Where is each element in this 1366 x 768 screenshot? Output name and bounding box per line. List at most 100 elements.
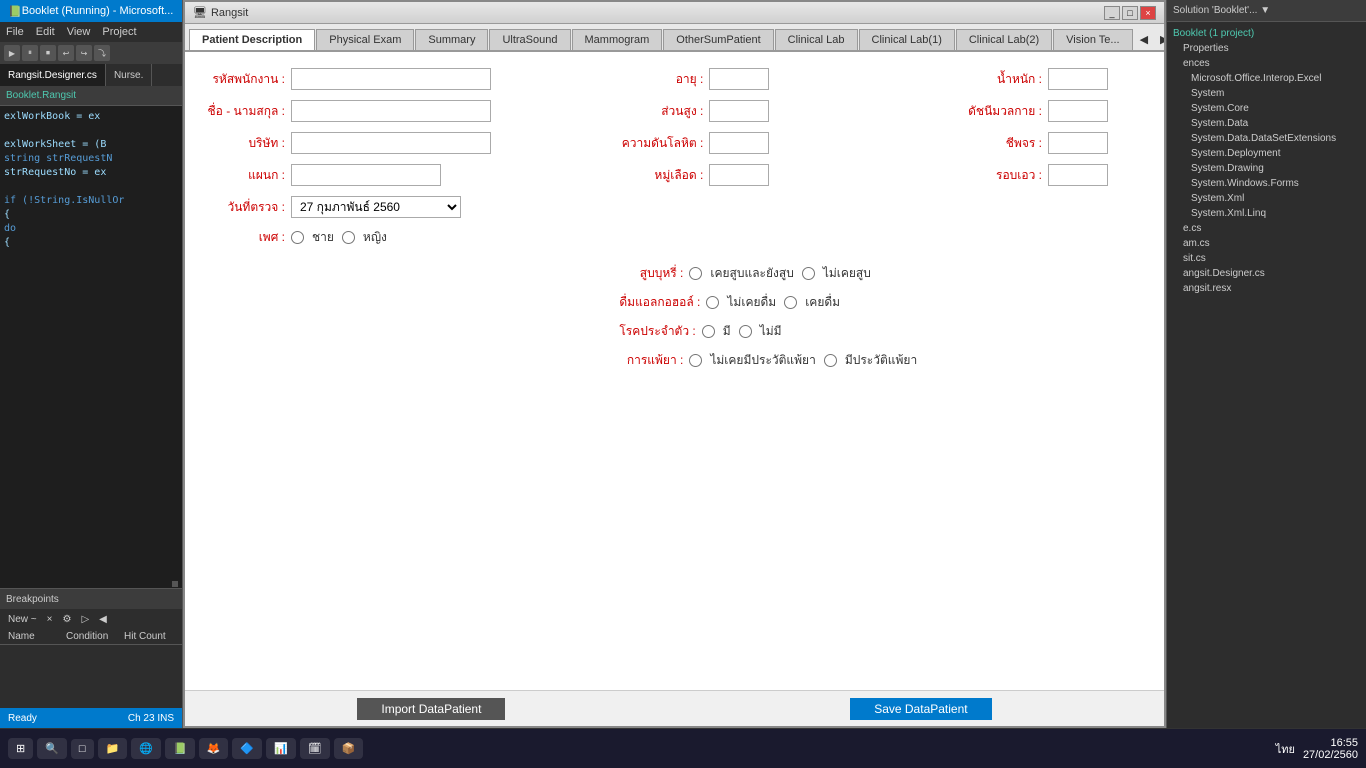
taskbar-app9[interactable]: 🗓 [300, 738, 330, 759]
taskbar-vs[interactable]: 🔷 [232, 738, 262, 759]
gender-male-radio[interactable] [291, 231, 304, 244]
allergy-no-radio[interactable] [689, 354, 702, 367]
bp-back-btn[interactable]: ◀ [95, 614, 111, 625]
solution-item-11[interactable]: System.Xml.Linq [1167, 206, 1366, 221]
vs-tabs: Rangsit.Designer.cs Nurse. [0, 64, 182, 86]
employee-id-input[interactable] [291, 68, 491, 90]
taskbar-search[interactable]: 🔍 [37, 738, 67, 759]
tab-clinical-lab[interactable]: Clinical Lab [775, 29, 858, 50]
weight-label: น้ำหนัก : [968, 70, 1048, 89]
blood-group-row: หมู่เลือด : [619, 164, 968, 186]
bp-run-btn[interactable]: ▷ [77, 614, 93, 625]
name-row: ชื่อ - นามสกุล : [201, 100, 619, 122]
toolbar-btn-6[interactable]: ⤵ [94, 45, 110, 61]
tab-vision[interactable]: Vision Te... [1053, 29, 1132, 50]
bp-new-btn[interactable]: New ~ [4, 614, 41, 625]
taskbar-firefox[interactable]: 🦊 [199, 738, 229, 759]
tab-scroll-right[interactable]: ▶ [1154, 29, 1164, 50]
solution-item-6[interactable]: System.Data.DataSetExtensions [1167, 131, 1366, 146]
vision-input[interactable] [1048, 100, 1108, 122]
tab-other-sum[interactable]: OtherSumPatient [663, 29, 773, 50]
toolbar-btn-4[interactable]: ↩ [58, 45, 74, 61]
toolbar-btn-5[interactable]: ↪ [76, 45, 92, 61]
solution-item-0[interactable]: Properties [1167, 41, 1366, 56]
solution-item-7[interactable]: System.Deployment [1167, 146, 1366, 161]
allergy-yes-radio[interactable] [824, 354, 837, 367]
taskbar-explorer[interactable]: 📁 [98, 738, 128, 759]
solution-item-3[interactable]: System [1167, 86, 1366, 101]
taskbar-apps: ⊞ 🔍 □ 📁 🌐 📗 🦊 🔷 📊 🗓 📦 [8, 738, 363, 759]
taskbar-start[interactable]: ⊞ [8, 738, 33, 759]
solution-item-9[interactable]: System.Windows.Forms [1167, 176, 1366, 191]
tab-physical-exam[interactable]: Physical Exam [316, 29, 414, 50]
chronic-no-radio[interactable] [739, 325, 752, 338]
alcohol-no-radio[interactable] [706, 296, 719, 309]
toolbar-btn-2[interactable]: ⏸ [22, 45, 38, 61]
close-button[interactable]: × [1140, 6, 1156, 20]
taskbar-task-view[interactable]: □ [71, 739, 94, 759]
solution-item-15[interactable]: angsit.Designer.cs [1167, 266, 1366, 281]
solution-item-10[interactable]: System.Xml [1167, 191, 1366, 206]
solution-item-1[interactable]: ences [1167, 56, 1366, 71]
solution-item-12[interactable]: e.cs [1167, 221, 1366, 236]
solution-item-2[interactable]: Microsoft.Office.Interop.Excel [1167, 71, 1366, 86]
name-input[interactable] [291, 100, 491, 122]
tab-nurse[interactable]: Nurse. [106, 64, 152, 86]
menu-edit[interactable]: Edit [30, 26, 61, 38]
bp-delete-btn[interactable]: × [43, 614, 57, 625]
alcohol-yes-radio[interactable] [784, 296, 797, 309]
maximize-button[interactable]: □ [1122, 6, 1138, 20]
tab-mammogram[interactable]: Mammogram [572, 29, 663, 50]
minimize-button[interactable]: _ [1104, 6, 1120, 20]
import-button[interactable]: Import DataPatient [357, 698, 505, 720]
solution-item-16[interactable]: angsit.resx [1167, 281, 1366, 296]
taskbar-booklet[interactable]: 📗 [165, 738, 195, 759]
solution-item-4[interactable]: System.Core [1167, 101, 1366, 116]
solution-item-8[interactable]: System.Drawing [1167, 161, 1366, 176]
waist-input[interactable] [1048, 164, 1108, 186]
weight-input[interactable] [1048, 68, 1108, 90]
menu-file[interactable]: File [0, 26, 30, 38]
tab-scroll-left[interactable]: ◀ [1134, 29, 1154, 50]
tab-designer-cs[interactable]: Rangsit.Designer.cs [0, 64, 106, 86]
date-select[interactable]: 27 กุมภาพันธ์ 2560 [291, 196, 461, 218]
gender-label: เพศ : [201, 228, 291, 247]
tab-patient-description[interactable]: Patient Description [189, 29, 315, 50]
pulse-input[interactable] [1048, 132, 1108, 154]
code-line-3: exlWorkSheet = (B [4, 138, 178, 152]
blood-pressure-input[interactable] [709, 132, 769, 154]
tree-item[interactable]: Booklet.Rangsit [6, 90, 76, 101]
vs-menu: File Edit View Project [0, 22, 182, 42]
tab-clinical-lab2[interactable]: Clinical Lab(2) [956, 29, 1052, 50]
chronic-no-label: ไม่มี [760, 322, 782, 341]
taskbar-excel[interactable]: 📊 [266, 738, 296, 759]
height-input[interactable] [709, 100, 769, 122]
alcohol-radio-group: ไม่เคยดื่ม เคยดื่ม [706, 293, 840, 312]
vs-icon: 📗 [8, 5, 22, 18]
menu-project[interactable]: Project [96, 26, 142, 38]
blood-group-input[interactable] [709, 164, 769, 186]
age-input[interactable] [709, 68, 769, 90]
bp-settings-btn[interactable]: ⚙ [58, 614, 75, 625]
toolbar-btn-1[interactable]: ▶ [4, 45, 20, 61]
bp-col-name: Name [4, 629, 62, 644]
department-input[interactable] [291, 164, 441, 186]
taskbar-app10[interactable]: 📦 [334, 738, 364, 759]
bp-col-hitcount: Hit Count [120, 629, 178, 644]
smoking-yes-radio[interactable] [689, 267, 702, 280]
code-line-8: { [4, 208, 178, 222]
tab-summary[interactable]: Summary [415, 29, 488, 50]
taskbar-edge[interactable]: 🌐 [131, 738, 161, 759]
menu-view[interactable]: View [61, 26, 97, 38]
tab-ultrasound[interactable]: UltraSound [489, 29, 570, 50]
save-button[interactable]: Save DataPatient [850, 698, 991, 720]
tab-clinical-lab1[interactable]: Clinical Lab(1) [859, 29, 955, 50]
toolbar-btn-3[interactable]: ⏹ [40, 45, 56, 61]
chronic-yes-radio[interactable] [702, 325, 715, 338]
solution-item-13[interactable]: am.cs [1167, 236, 1366, 251]
smoking-no-radio[interactable] [802, 267, 815, 280]
solution-item-14[interactable]: sit.cs [1167, 251, 1366, 266]
gender-female-radio[interactable] [342, 231, 355, 244]
company-input[interactable] [291, 132, 491, 154]
solution-item-5[interactable]: System.Data [1167, 116, 1366, 131]
